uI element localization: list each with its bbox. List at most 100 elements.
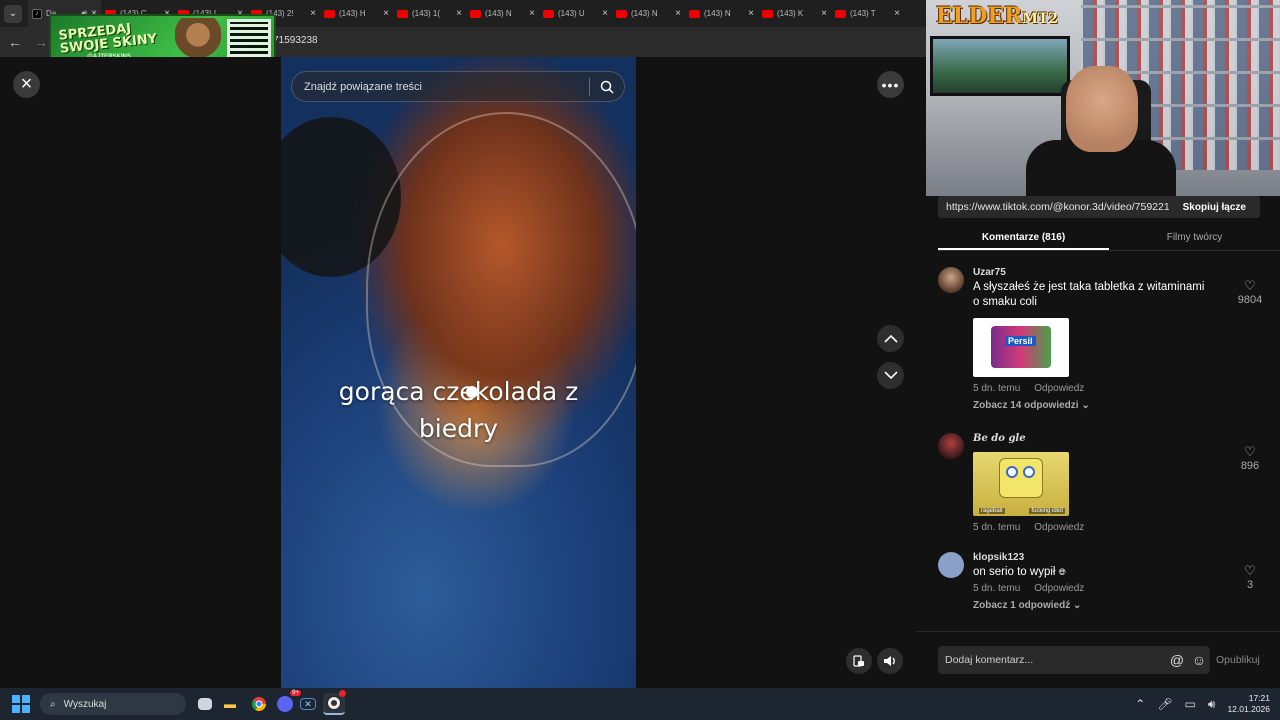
microphone-icon[interactable]: 🎤︎ [1157, 697, 1172, 711]
tab-close-icon[interactable]: × [748, 8, 754, 19]
comment-item: klopsik123 on serio to wypił 🌐︎ 5 dn. te… [938, 552, 1268, 622]
tab-close-icon[interactable]: × [602, 8, 608, 19]
tab-title: (143) U [558, 9, 585, 18]
tab-close-icon[interactable]: × [894, 8, 900, 19]
tiktok-icon: ♪ [32, 8, 42, 19]
view-replies-label: Zobacz 14 odpowiedzi [973, 400, 1079, 411]
youtube-icon [762, 9, 773, 18]
discord-badge: 9+ [290, 690, 301, 696]
taskbar-search[interactable]: ⌕ Wyszukaj [40, 693, 186, 715]
reply-button[interactable]: Odpowiedz [1034, 383, 1084, 394]
like-control[interactable]: ♡ 3 [1232, 564, 1268, 591]
chrome-icon[interactable] [248, 693, 270, 715]
tab-close-icon[interactable]: × [675, 8, 681, 19]
like-control[interactable]: ♡ 9804 [1232, 279, 1268, 306]
view-replies-button[interactable]: Zobacz 1 odpowiedź ⌄ [973, 600, 1213, 611]
tab-search-chevron-icon[interactable]: ⌄ [4, 4, 22, 23]
emoji-icon[interactable]: ☺ [1188, 652, 1210, 668]
copy-link-button[interactable]: Skopiuj łącze [1169, 202, 1260, 213]
app-icon[interactable]: ✕ [300, 698, 316, 710]
comment-item: Uzar75 A słyszałeś że jest taka tabletka… [938, 267, 1268, 417]
previous-video-chevron-up-icon[interactable] [877, 325, 904, 352]
display-icon[interactable]: ▭ [1185, 697, 1196, 711]
comment-input-row: @ ☺ Opublikuj [938, 646, 1280, 674]
publish-button[interactable]: Opublikuj [1216, 654, 1260, 666]
view-replies-button[interactable]: Zobacz 14 odpowiedzi ⌄ [973, 400, 1213, 411]
related-search-input[interactable] [292, 80, 589, 93]
comments-panel: https://www.tiktok.com/@konor.3d/video/7… [916, 196, 1280, 688]
chevron-up-icon[interactable]: ⌃ [1135, 697, 1145, 711]
taskbar-search-label: Wyszukaj [63, 698, 107, 710]
clock-date: 12.01.2026 [1227, 704, 1270, 714]
browser-tab[interactable]: (143) H × [320, 0, 393, 27]
comment-image-spongebob[interactable]: ragebait fucking idiot [973, 452, 1069, 516]
discord-icon[interactable]: 9+ [277, 690, 301, 712]
like-count: 896 [1240, 460, 1260, 472]
heart-icon[interactable]: ♡ [1232, 564, 1268, 577]
search-icon[interactable] [590, 71, 624, 102]
video-viewer: × gorąca czekolada z biedry ••• [0, 57, 916, 688]
chevron-down-icon: ⌄ [1073, 600, 1082, 611]
avatar[interactable] [938, 552, 964, 578]
heart-icon[interactable]: ♡ [1232, 445, 1268, 458]
comment-input[interactable] [938, 654, 1166, 666]
tab-close-icon[interactable]: × [529, 8, 535, 19]
file-explorer-icon[interactable]: ▬ [219, 693, 241, 715]
comment-username[interactable]: klopsik123 [973, 552, 1213, 563]
tab-title: (143) N [631, 9, 658, 18]
browser-tab[interactable]: (143) K × [758, 0, 831, 27]
tab-title: (143) K [777, 9, 804, 18]
browser-tab[interactable]: (143) U × [539, 0, 612, 27]
reply-button[interactable]: Odpowiedz [1034, 522, 1084, 533]
sponge-face [999, 458, 1043, 498]
comment-time: 5 dn. temu [973, 583, 1021, 594]
clock[interactable]: 17:21 12.01.2026 [1227, 693, 1270, 715]
mention-icon[interactable]: @ [1166, 652, 1188, 668]
close-icon[interactable]: × [13, 71, 40, 98]
system-tray: ⌃ 🎤︎ ▭ 🔊︎ 17:21 12.01.2026 [1135, 688, 1280, 720]
avatar[interactable] [938, 267, 964, 293]
browser-tab[interactable]: (143) T × [831, 0, 904, 27]
tab-title: (143) H [339, 9, 366, 18]
chevron-down-icon: ⌄ [1081, 400, 1090, 411]
windows-start-icon[interactable] [12, 695, 30, 713]
task-view-icon[interactable] [198, 698, 212, 710]
heart-icon[interactable]: ♡ [1232, 279, 1268, 292]
comment-username[interactable]: Uzar75 [973, 267, 1213, 278]
speaker-icon[interactable]: 🔊︎ [1208, 697, 1216, 712]
comment-input-box[interactable]: @ ☺ [938, 646, 1210, 674]
tab-close-icon[interactable]: × [383, 8, 389, 19]
browser-tab[interactable]: (143) N × [612, 0, 685, 27]
picture-in-picture-icon[interactable] [846, 648, 872, 674]
avatar[interactable] [938, 433, 964, 459]
tab-creator-videos[interactable]: Filmy twórcy [1109, 226, 1280, 250]
comment-username[interactable]: Be do gle [973, 433, 1213, 444]
tab-close-icon[interactable]: × [456, 8, 462, 19]
reply-button[interactable]: Odpowiedz [1034, 583, 1084, 594]
like-control[interactable]: ♡ 896 [1232, 445, 1268, 472]
more-options-icon[interactable]: ••• [877, 71, 904, 98]
search-icon: ⌕ [50, 698, 56, 710]
comment-image-persil[interactable]: Persil [973, 318, 1069, 377]
obs-icon[interactable] [323, 690, 346, 715]
browser-tab[interactable]: (143) N × [466, 0, 539, 27]
youtube-icon [397, 9, 408, 18]
share-url[interactable]: https://www.tiktok.com/@konor.3d/video/7… [938, 201, 1169, 213]
caption-line: biedry [418, 414, 499, 443]
youtube-icon [835, 9, 846, 18]
next-video-chevron-down-icon[interactable] [877, 362, 904, 389]
browser-tab[interactable]: (143) N × [685, 0, 758, 27]
youtube-icon [689, 9, 700, 18]
browser-tab[interactable]: (143) 1(× [393, 0, 466, 27]
comment-text-value: on serio to wypił [973, 566, 1056, 578]
logo-main: ELDER [936, 3, 1023, 29]
tab-close-icon[interactable]: × [310, 8, 316, 19]
related-search-box[interactable] [291, 71, 625, 102]
tab-close-icon[interactable]: × [821, 8, 827, 19]
image-caption: fucking idiot [1029, 508, 1065, 514]
persil-box [991, 326, 1051, 368]
back-icon[interactable]: ← [4, 31, 26, 53]
tab-comments[interactable]: Komentarze (816) [938, 226, 1109, 250]
volume-icon[interactable] [877, 648, 903, 674]
comment-text: A słyszałeś że jest taka tabletka z wita… [973, 281, 1205, 308]
